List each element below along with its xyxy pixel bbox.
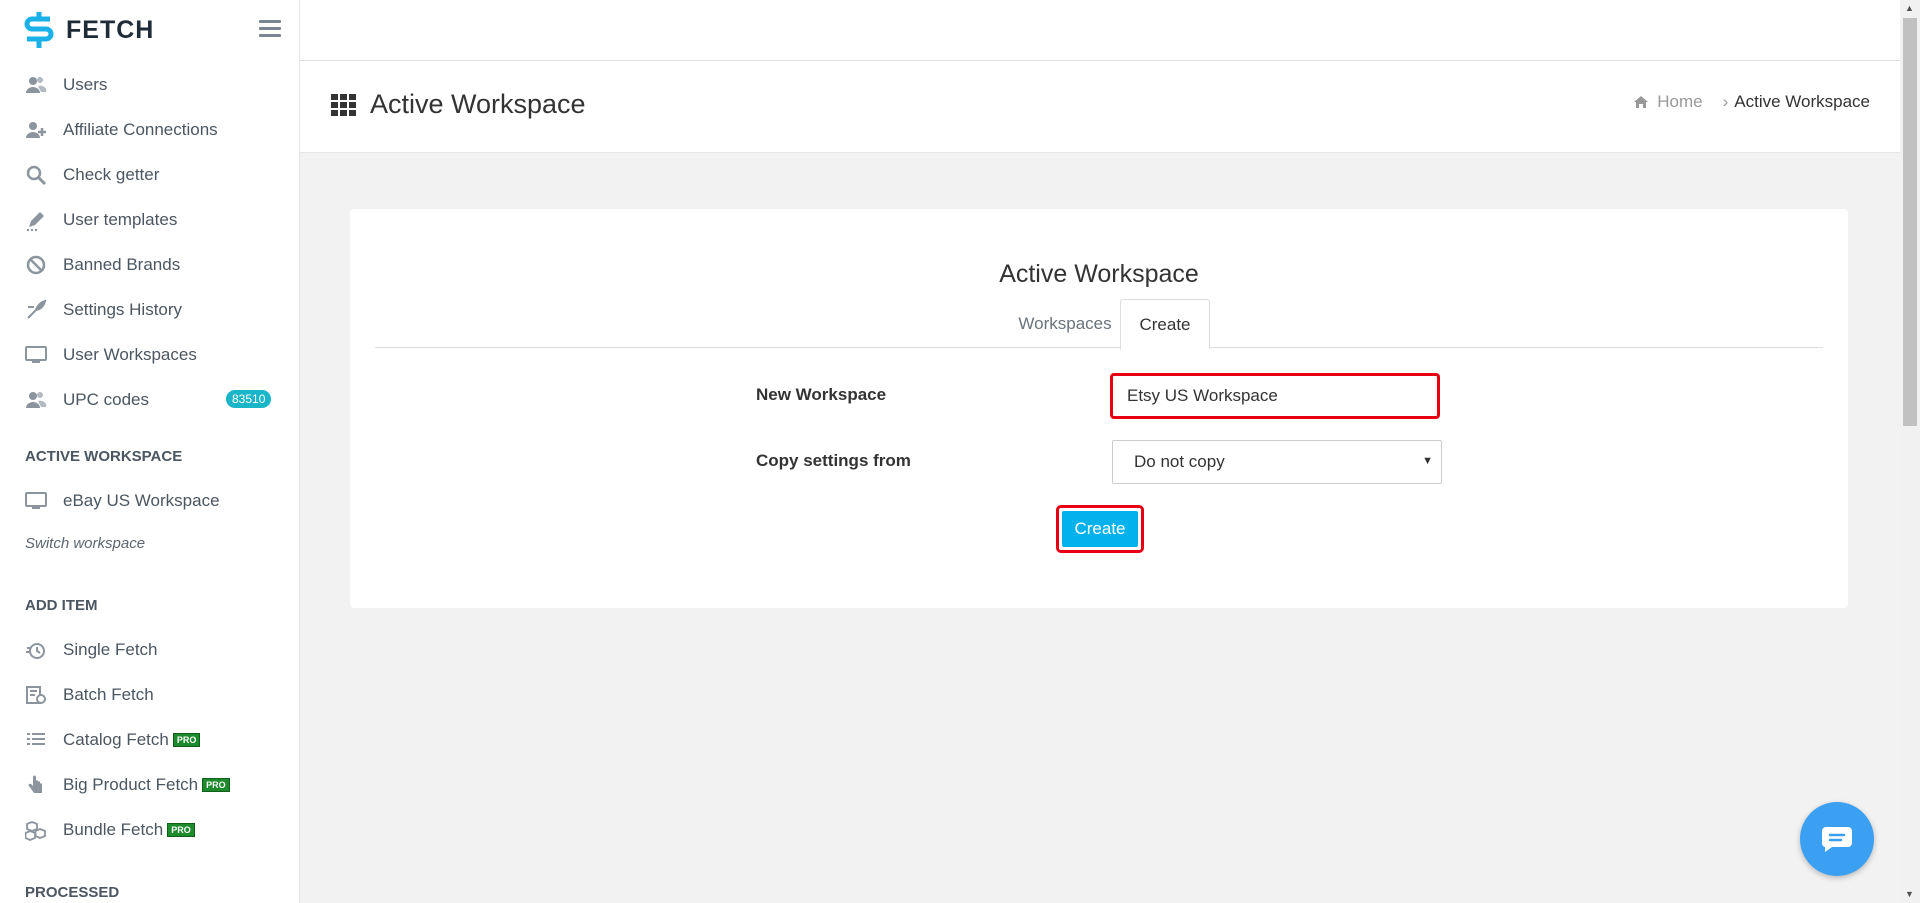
sidebar-item-users[interactable]: Users <box>0 62 299 107</box>
batch-fetch-icon <box>25 684 47 706</box>
switch-workspace-link[interactable]: Switch workspace <box>0 523 299 563</box>
sidebar-item-affiliate-connections[interactable]: Affiliate Connections <box>0 107 299 152</box>
add-item-label: Bundle Fetch <box>63 819 164 839</box>
chat-button[interactable] <box>1800 802 1874 876</box>
scroll-down-icon[interactable]: ▼ <box>1905 889 1914 899</box>
add-item-bundle-fetch[interactable]: Bundle Fetch PRO <box>0 807 299 852</box>
monitor-icon <box>25 490 47 512</box>
add-user-icon <box>25 119 47 141</box>
pro-badge: PRO <box>172 732 201 747</box>
add-item-catalog-fetch[interactable]: Catalog Fetch PRO <box>0 717 299 762</box>
list-icon <box>25 729 47 751</box>
page-title: Active Workspace <box>370 89 586 119</box>
add-item-label: Batch Fetch <box>63 684 154 704</box>
workspace-card: Active Workspace Workspaces Create New W… <box>350 209 1848 608</box>
copy-settings-value: Do not copy <box>1134 452 1225 471</box>
page-scrollbar[interactable]: ▲ ▼ <box>1900 0 1920 903</box>
sidebar-item-label: Check getter <box>63 164 160 184</box>
create-button[interactable]: Create <box>1062 511 1138 547</box>
top-bar <box>300 0 1900 61</box>
sidebar-item-label: User templates <box>63 209 178 229</box>
active-workspace-item[interactable]: eBay US Workspace <box>0 478 299 523</box>
sidebar-item-check-getter[interactable]: Check getter <box>0 152 299 197</box>
users-icon <box>25 74 47 96</box>
tab-workspaces[interactable]: Workspaces <box>1001 299 1129 348</box>
active-workspace-label: eBay US Workspace <box>63 490 220 510</box>
count-badge: 83510 <box>226 390 272 408</box>
pro-badge: PRO <box>202 777 230 792</box>
new-workspace-input[interactable] <box>1113 376 1437 416</box>
scrollbar-thumb[interactable] <box>1903 18 1917 426</box>
copy-settings-label: Copy settings from <box>756 451 911 470</box>
sidebar-item-upc-codes[interactable]: UPC codes 83510 <box>0 377 299 422</box>
add-item-label: Big Product Fetch <box>63 774 199 794</box>
sidebar-item-settings-history[interactable]: Settings History <box>0 287 299 332</box>
sidebar-item-label: UPC codes <box>63 389 149 409</box>
copy-settings-select[interactable]: Do not copy ▼ <box>1112 440 1442 484</box>
monitor-icon <box>25 344 47 366</box>
users-icon <box>25 389 47 411</box>
new-workspace-label: New Workspace <box>756 385 887 404</box>
brand-name: FETCH <box>66 15 155 44</box>
tab-create[interactable]: Create <box>1120 299 1210 350</box>
edit-icon <box>25 209 47 231</box>
dropdown-caret-icon: ▼ <box>1422 455 1433 467</box>
add-item-heading: ADD ITEM <box>25 596 98 614</box>
sidebar-item-banned-brands[interactable]: Banned Brands <box>0 242 299 287</box>
scroll-up-icon[interactable]: ▲ <box>1905 3 1914 13</box>
menu-toggle-icon[interactable] <box>259 20 281 38</box>
page-header: Active Workspace Home › Active Workspace <box>300 61 1900 153</box>
breadcrumb-current: Active Workspace <box>1734 92 1870 111</box>
processed-heading: PROCESSED <box>25 883 120 901</box>
active-workspace-heading: ACTIVE WORKSPACE <box>25 447 183 465</box>
create-button-highlight: Create <box>1056 505 1144 553</box>
sidebar-item-label: Users <box>63 74 108 94</box>
sidebar-item-label: Settings History <box>63 299 183 319</box>
ban-icon <box>25 254 47 276</box>
add-item-label: Single Fetch <box>63 639 158 659</box>
sidebar-item-user-workspaces[interactable]: User Workspaces <box>0 332 299 377</box>
new-workspace-field-highlight <box>1110 373 1440 419</box>
breadcrumb: Home › Active Workspace <box>1633 92 1870 112</box>
add-item-label: Catalog Fetch <box>63 729 169 749</box>
sidebar-item-label: Affiliate Connections <box>63 119 218 139</box>
cubes-icon <box>25 819 47 841</box>
sidebar: FETCH Users Affiliate Connections Check ge… <box>0 0 300 903</box>
breadcrumb-home[interactable]: Home <box>1633 92 1703 112</box>
search-icon <box>25 164 47 186</box>
home-icon <box>1634 96 1649 108</box>
hand-icon <box>25 774 47 796</box>
breadcrumb-home-label: Home <box>1657 92 1703 111</box>
pro-badge: PRO <box>167 822 195 837</box>
chevron-right-icon: › <box>1722 92 1729 111</box>
fetch-logo-icon <box>24 12 54 48</box>
chat-icon <box>1821 827 1852 852</box>
sidebar-item-label: Banned Brands <box>63 254 181 274</box>
sidebar-item-label: User Workspaces <box>63 344 197 364</box>
sidebar-item-user-templates[interactable]: User templates <box>0 197 299 242</box>
add-item-batch-fetch[interactable]: Batch Fetch <box>0 672 299 717</box>
history-icon <box>25 298 47 321</box>
grid-icon <box>331 94 356 116</box>
logo[interactable]: FETCH <box>0 0 299 60</box>
single-fetch-icon <box>25 639 47 661</box>
card-title: Active Workspace <box>999 260 1199 288</box>
add-item-single-fetch[interactable]: Single Fetch <box>0 627 299 672</box>
add-item-big-product-fetch[interactable]: Big Product Fetch PRO <box>0 762 299 807</box>
